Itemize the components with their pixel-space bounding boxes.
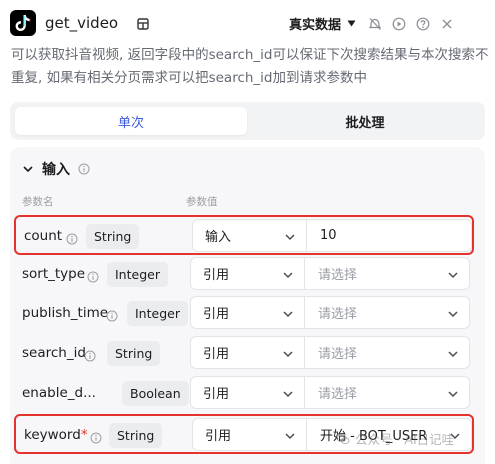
info-icon[interactable]	[66, 230, 78, 245]
chevron-down-icon	[282, 348, 294, 360]
value-select[interactable]: 开始 - BOT_USER	[307, 418, 472, 451]
tool-header: get_video 真实数据	[0, 0, 495, 44]
input-section-header[interactable]: 输入	[22, 159, 90, 179]
source-select[interactable]: 引用	[190, 257, 305, 290]
mode-tabs: 单次 批处理	[10, 102, 485, 140]
edit-icon[interactable]	[136, 16, 150, 30]
data-mode-label: 真实数据	[289, 18, 342, 33]
tab-single[interactable]: 单次	[15, 107, 247, 135]
source-select[interactable]: 引用	[190, 376, 305, 409]
source-select-value: 引用	[203, 387, 230, 402]
info-icon[interactable]	[106, 307, 118, 322]
value-text: 请选择	[318, 347, 358, 362]
close-icon[interactable]	[440, 16, 454, 30]
source-select-value: 引用	[203, 307, 230, 322]
info-icon[interactable]	[90, 429, 102, 444]
param-row-1: sort_type Integer 引用 请选择	[14, 255, 474, 295]
value-input[interactable]: 10	[307, 219, 472, 252]
param-row-4: enable_d... Boolean 引用 请选择	[14, 374, 474, 414]
chevron-down-icon	[284, 231, 296, 243]
param-name-text: publish_time	[22, 305, 109, 321]
info-icon[interactable]	[84, 347, 96, 362]
type-tag: Integer	[127, 301, 188, 326]
source-select[interactable]: 引用	[190, 336, 305, 369]
chevron-down-icon	[447, 308, 459, 320]
param-name: search_id	[22, 345, 86, 361]
value-select[interactable]: 请选择	[305, 336, 470, 369]
param-name: count	[24, 228, 62, 244]
param-name: enable_d...	[22, 385, 96, 401]
info-icon	[78, 163, 90, 175]
type-tag: String	[86, 224, 140, 249]
param-name-text: keyword	[24, 427, 81, 443]
chevron-down-icon	[447, 348, 459, 360]
douyin-logo-icon	[10, 10, 36, 36]
chevron-down-icon	[23, 166, 33, 173]
source-select-value: 引用	[203, 268, 230, 283]
chevron-down-icon	[282, 388, 294, 400]
param-row-3: search_id String 引用 请选择	[14, 334, 474, 374]
type-tag: String	[107, 341, 161, 366]
param-name: publish_time	[22, 305, 108, 321]
value-text: 10	[320, 228, 337, 243]
chevron-down-icon	[282, 269, 294, 281]
param-row-2: publish_time Integer 引用 请选择	[14, 294, 474, 334]
param-name: sort_type	[22, 266, 85, 282]
value-select[interactable]: 请选择	[305, 376, 470, 409]
mute-icon[interactable]	[368, 16, 382, 30]
param-name-text: sort_type	[22, 266, 86, 282]
value-text: 开始 - BOT_USER	[320, 429, 428, 444]
header-actions	[368, 16, 454, 31]
source-select-value: 输入	[205, 230, 232, 245]
param-row-0: count String 输入 10	[14, 215, 474, 255]
param-name-text: enable_d...	[22, 385, 96, 401]
column-header-value: 参数值	[186, 196, 218, 208]
chevron-down-icon	[284, 430, 296, 442]
value-select[interactable]: 请选择	[305, 257, 470, 290]
type-tag: Boolean	[122, 381, 189, 406]
section-title: 输入	[42, 162, 70, 178]
column-header-name: 参数名	[22, 196, 54, 208]
param-row-5: keyword* String 引用 开始 - BOT_USER	[14, 414, 474, 454]
param-name: keyword*	[24, 427, 88, 443]
chevron-down-icon	[447, 388, 459, 400]
value-text: 请选择	[318, 307, 358, 322]
param-name-text: search_id	[22, 345, 86, 361]
tool-description: 可以获取抖音视频, 返回字段中的search_id可以保证下次搜索结果与本次搜索…	[11, 47, 489, 86]
tool-name: get_video	[45, 14, 119, 32]
data-mode-select[interactable]: 真实数据	[289, 14, 356, 33]
chevron-down-icon	[447, 269, 459, 281]
info-icon[interactable]	[87, 268, 99, 283]
source-select[interactable]: 引用	[190, 296, 305, 329]
help-icon[interactable]	[416, 16, 430, 31]
chevron-down-icon	[282, 308, 294, 320]
type-tag: String	[109, 423, 163, 448]
run-icon[interactable]	[392, 16, 406, 31]
param-name-text: count	[24, 228, 63, 244]
value-text: 请选择	[318, 387, 358, 402]
chevron-down-icon	[449, 430, 461, 442]
source-select[interactable]: 输入	[192, 219, 307, 252]
required-mark: *	[80, 427, 88, 443]
source-select-value: 引用	[203, 347, 230, 362]
source-select-value: 引用	[205, 429, 232, 444]
caret-down-icon	[347, 20, 356, 27]
value-text: 请选择	[318, 268, 358, 283]
tab-batch[interactable]: 批处理	[250, 107, 480, 135]
source-select[interactable]: 引用	[192, 418, 307, 451]
value-select[interactable]: 请选择	[305, 296, 470, 329]
type-tag: Integer	[107, 262, 168, 287]
